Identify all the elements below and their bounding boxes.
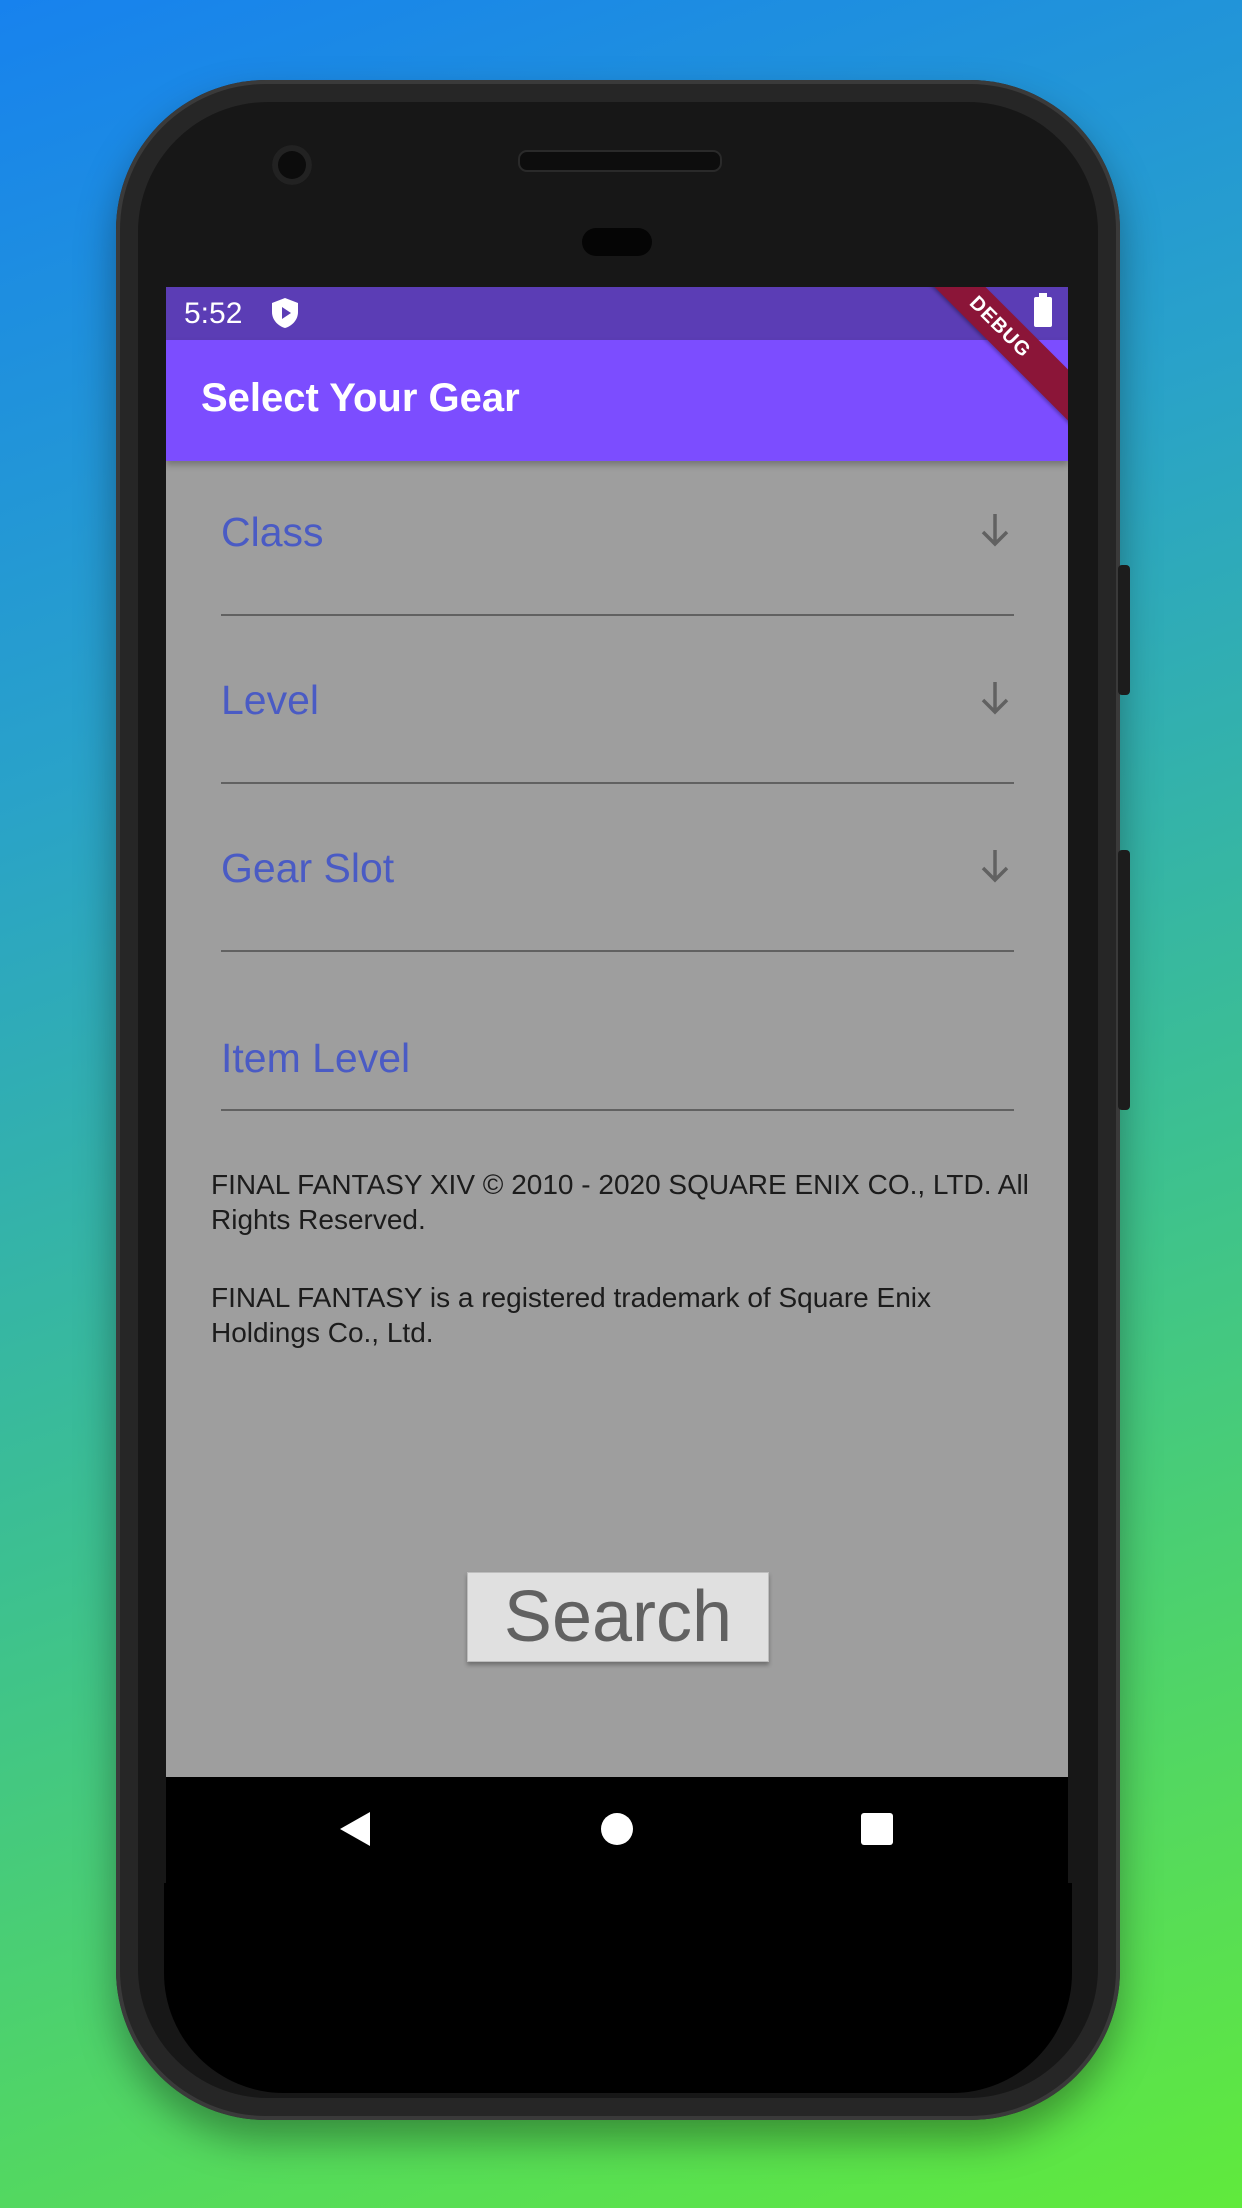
gear-slot-label: Gear Slot (221, 845, 395, 891)
power-button (1118, 850, 1130, 1110)
level-dropdown[interactable]: Level (221, 662, 1014, 784)
search-button[interactable]: Search (467, 1572, 769, 1662)
volume-button (1118, 565, 1130, 695)
back-triangle-icon[interactable] (338, 1810, 372, 1848)
copyright-text: FINAL FANTASY XIV © 2010 - 2020 SQUARE E… (211, 1169, 1029, 1235)
arrow-down-icon (981, 514, 1009, 547)
page-title: Select Your Gear (201, 376, 520, 420)
battery-icon (1034, 293, 1052, 327)
gear-slot-dropdown[interactable]: Gear Slot (221, 830, 1014, 952)
app-bar: Select Your Gear (166, 340, 1068, 461)
proximity-sensor (582, 228, 652, 256)
navigation-bar (166, 1777, 1068, 1883)
recents-square-icon[interactable] (860, 1810, 894, 1848)
trademark-text: FINAL FANTASY is a registered trademark … (211, 1282, 932, 1348)
arrow-down-icon (981, 682, 1009, 715)
class-label: Class (221, 509, 324, 555)
item-level-label: Item Level (221, 1035, 411, 1081)
earpiece-speaker (518, 150, 722, 172)
level-label: Level (221, 677, 320, 723)
status-time: 5:52 (184, 297, 243, 330)
bottom-bezel (164, 1883, 1072, 2093)
status-bar: 5:52 (166, 287, 1068, 340)
class-dropdown[interactable]: Class (221, 494, 1014, 616)
item-level-input[interactable]: Item Level (221, 1017, 1014, 1111)
shield-play-icon (272, 298, 298, 328)
app-screen: 5:52 Select Your Gear DEBUG Class Level … (166, 287, 1068, 1777)
home-circle-icon[interactable] (600, 1810, 634, 1848)
arrow-down-icon (981, 850, 1009, 883)
front-camera (272, 145, 312, 185)
